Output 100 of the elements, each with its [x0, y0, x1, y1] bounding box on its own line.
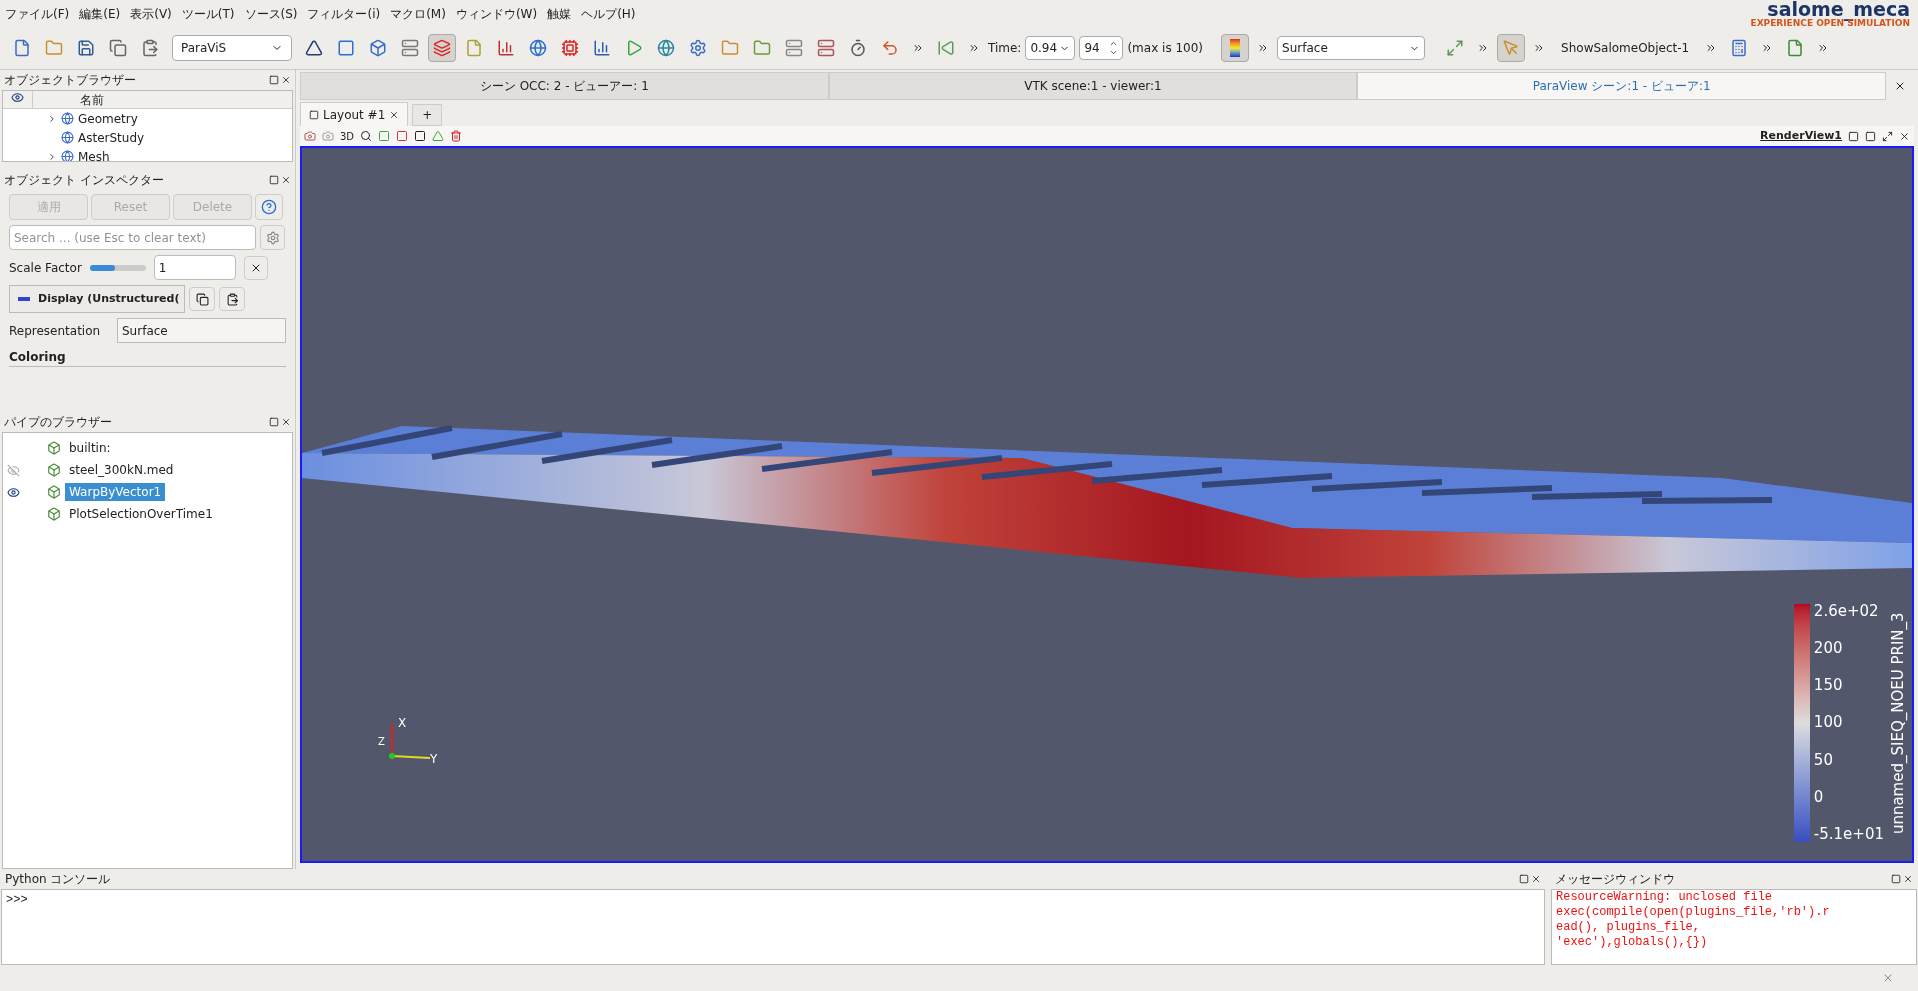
- add-tab-button[interactable]: +: [412, 104, 443, 126]
- panel-title: Python コンソール: [5, 871, 111, 888]
- legend-tick: 100: [1813, 715, 1844, 731]
- eye-icon: [11, 91, 24, 104]
- field-label: Scale Factor: [9, 259, 82, 277]
- legend-tick: 200: [1813, 641, 1844, 657]
- settings-icon: [265, 230, 280, 245]
- view-name[interactable]: RenderView1: [1760, 127, 1842, 145]
- show-object-button[interactable]: ShowSalomeObject-1: [1553, 39, 1698, 57]
- pipeline-item[interactable]: steel_300kN.med: [65, 461, 178, 479]
- representation-field[interactable]: Surface: [117, 318, 286, 343]
- menu-item[interactable]: ソース(S): [239, 4, 303, 23]
- close-icon[interactable]: [1903, 874, 1913, 884]
- close-icon[interactable]: [1894, 80, 1906, 92]
- logo-title: salome_meca: [1767, 0, 1910, 19]
- message-line: 'exec'),globals(),{}): [1556, 935, 1709, 950]
- clear-icon[interactable]: [1882, 972, 1894, 984]
- help-icon: [261, 199, 277, 215]
- copy-button[interactable]: [189, 287, 215, 311]
- close-icon[interactable]: [389, 109, 400, 120]
- panel-title: パイプのブラウザー: [4, 414, 112, 431]
- view-tab[interactable]: VTK scene:1 - viewer:1: [828, 72, 1358, 100]
- message-line: exec(compile(open(plugins_file,'rb').r: [1556, 905, 1831, 920]
- close-icon[interactable]: [281, 175, 291, 185]
- step-spinbox[interactable]: 94: [1079, 36, 1124, 60]
- menu-item[interactable]: 編集(E): [74, 4, 126, 23]
- field-label: Representation: [9, 322, 102, 340]
- display-label: Display (Unstructured(: [38, 290, 180, 307]
- pipeline-item[interactable]: PlotSelectionOverTime1: [65, 505, 217, 523]
- tree-item[interactable]: Mesh: [78, 147, 110, 161]
- step-up-icon[interactable]: [1109, 39, 1119, 48]
- copy-icon: [195, 292, 209, 306]
- paste-button[interactable]: [219, 287, 245, 311]
- module-combo[interactable]: ParaViS: [172, 35, 292, 61]
- float-icon[interactable]: [269, 175, 279, 185]
- time-combo[interactable]: 0.94: [1025, 36, 1076, 60]
- pipeline-item[interactable]: builtin:: [65, 439, 115, 457]
- scale-slider[interactable]: [89, 264, 146, 271]
- representation-combo[interactable]: Surface: [1277, 36, 1426, 60]
- menu-item[interactable]: 触媒: [542, 4, 577, 23]
- time-label: Time:: [988, 40, 1022, 57]
- display-icon: [18, 297, 30, 301]
- more-icon[interactable]: [912, 42, 924, 54]
- axis-label: Z: [378, 735, 385, 749]
- legend-tick: 50: [1813, 752, 1834, 768]
- menu-item[interactable]: 表示(V): [125, 4, 177, 23]
- source-icon: [47, 463, 61, 477]
- menu-item[interactable]: ファイル(F): [0, 4, 75, 23]
- tree-item[interactable]: Geometry: [78, 109, 138, 128]
- camera-icon[interactable]: [304, 130, 316, 142]
- object-icon: [61, 131, 74, 144]
- axis-label: X: [398, 715, 407, 732]
- message-line: ead(), plugins_file,: [1556, 920, 1702, 935]
- menu-item[interactable]: ヘルプ(H): [576, 4, 641, 23]
- color-map-icon: [1230, 39, 1241, 57]
- layout-tab[interactable]: Layout #1: [300, 102, 409, 126]
- paste-icon: [225, 292, 239, 306]
- close-icon[interactable]: [281, 417, 291, 427]
- maximize-icon[interactable]: [1882, 130, 1893, 142]
- 3d-toggle[interactable]: 3D: [340, 128, 355, 144]
- legend-tick: -5.1e+01: [1813, 826, 1884, 842]
- close-icon[interactable]: [1531, 874, 1541, 884]
- menu-item[interactable]: フィルター(i): [302, 4, 386, 23]
- menu-item[interactable]: ウィンドウ(W): [450, 4, 543, 23]
- legend-title: unnamed_SIEQ_NOEU PRIN_3: [1887, 612, 1908, 834]
- help-button[interactable]: [255, 194, 283, 220]
- source-icon: [47, 441, 61, 455]
- axis-label: Y: [430, 751, 438, 768]
- legend-tick: 150: [1813, 678, 1844, 694]
- panel-title: メッセージウィンドウ: [1555, 871, 1675, 888]
- panel-title: オブジェクト インスペクター: [4, 172, 164, 189]
- message-line: ResourceWarning: unclosed file: [1556, 890, 1774, 905]
- select-icon[interactable]: [360, 130, 373, 142]
- tab-icon: [309, 109, 319, 120]
- source-icon: [47, 507, 61, 521]
- float-icon[interactable]: [1519, 874, 1529, 884]
- settings-button[interactable]: [260, 225, 285, 250]
- view-tab[interactable]: シーン OCC: 2 - ビューアー: 1: [300, 72, 829, 100]
- layers-icon[interactable]: [428, 34, 456, 62]
- scale-input[interactable]: 1: [153, 255, 236, 280]
- float-icon[interactable]: [269, 75, 279, 85]
- close-icon[interactable]: [1899, 130, 1910, 142]
- section-title: Coloring: [9, 348, 286, 367]
- step-down-icon[interactable]: [1109, 48, 1119, 57]
- display-header[interactable]: Display (Unstructured(: [9, 285, 185, 313]
- tree-item[interactable]: AsterStudy: [78, 128, 145, 147]
- eye-icon[interactable]: [7, 485, 20, 499]
- close-icon[interactable]: [281, 75, 291, 85]
- color-map-button[interactable]: [1221, 34, 1250, 62]
- float-icon[interactable]: [1891, 874, 1901, 884]
- console-area[interactable]: >>>: [1, 889, 1545, 965]
- object-icon: [61, 150, 74, 161]
- view-tab[interactable]: ParaView シーン:1 - ビューア:1: [1357, 72, 1886, 100]
- more-icon[interactable]: [968, 42, 980, 54]
- menu-item[interactable]: マクロ(M): [385, 4, 451, 23]
- panel-title: オブジェクトブラウザー: [4, 72, 136, 89]
- search-field[interactable]: Search ... (use Esc to clear text): [9, 225, 256, 250]
- max-label: (max is 100): [1127, 40, 1204, 57]
- float-icon[interactable]: [269, 417, 279, 427]
- menu-item[interactable]: ツール(T): [176, 4, 240, 23]
